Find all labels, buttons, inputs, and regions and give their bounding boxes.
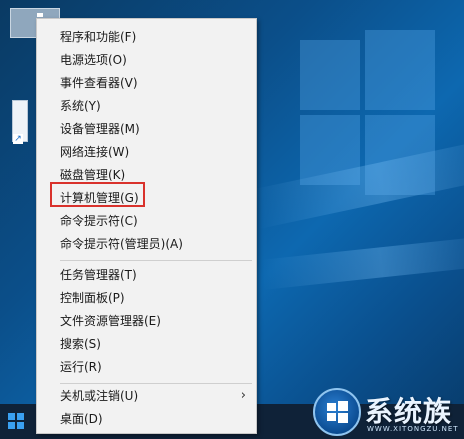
menu-item-search[interactable]: 搜索(S) [37, 333, 256, 355]
menu-item-network-connections[interactable]: 网络连接(W) [37, 141, 256, 163]
menu-item-programs-features[interactable]: 程序和功能(F) [37, 26, 256, 48]
menu-item-desktop[interactable]: 桌面(D) [37, 408, 256, 430]
chevron-right-icon: › [240, 388, 246, 403]
menu-separator [60, 383, 252, 384]
menu-item-command-prompt-admin[interactable]: 命令提示符(管理员)(A) [37, 233, 256, 255]
watermark-url: WWW.XITONGZU.NET [367, 425, 459, 433]
winx-context-menu: 程序和功能(F) 电源选项(O) 事件查看器(V) 系统(Y) 设备管理器(M)… [36, 18, 257, 434]
windows-logo-icon [327, 401, 348, 423]
menu-item-run[interactable]: 运行(R) [37, 356, 256, 378]
light-beam [260, 234, 464, 290]
menu-separator [60, 260, 252, 261]
menu-item-power-options[interactable]: 电源选项(O) [37, 49, 256, 71]
window-pane-2 [365, 30, 435, 110]
site-watermark: 系统族 WWW.XITONGZU.NET [313, 380, 464, 439]
menu-item-shutdown-signout[interactable]: 关机或注销(U) › [37, 385, 256, 407]
menu-item-control-panel[interactable]: 控制面板(P) [37, 287, 256, 309]
menu-item-file-explorer[interactable]: 文件资源管理器(E) [37, 310, 256, 332]
window-pane-1 [300, 40, 360, 110]
highlight-annotation-box [50, 182, 145, 207]
shortcut-arrow-icon: ↗ [13, 134, 23, 144]
menu-item-system[interactable]: 系统(Y) [37, 95, 256, 117]
watermark-logo-icon [313, 388, 361, 436]
watermark-brand: 系统族 [365, 395, 453, 428]
menu-item-command-prompt[interactable]: 命令提示符(C) [37, 210, 256, 232]
menu-item-event-viewer[interactable]: 事件查看器(V) [37, 72, 256, 94]
menu-item-task-manager[interactable]: 任务管理器(T) [37, 264, 256, 286]
menu-item-device-manager[interactable]: 设备管理器(M) [37, 118, 256, 140]
windows-logo-icon[interactable] [8, 413, 24, 429]
